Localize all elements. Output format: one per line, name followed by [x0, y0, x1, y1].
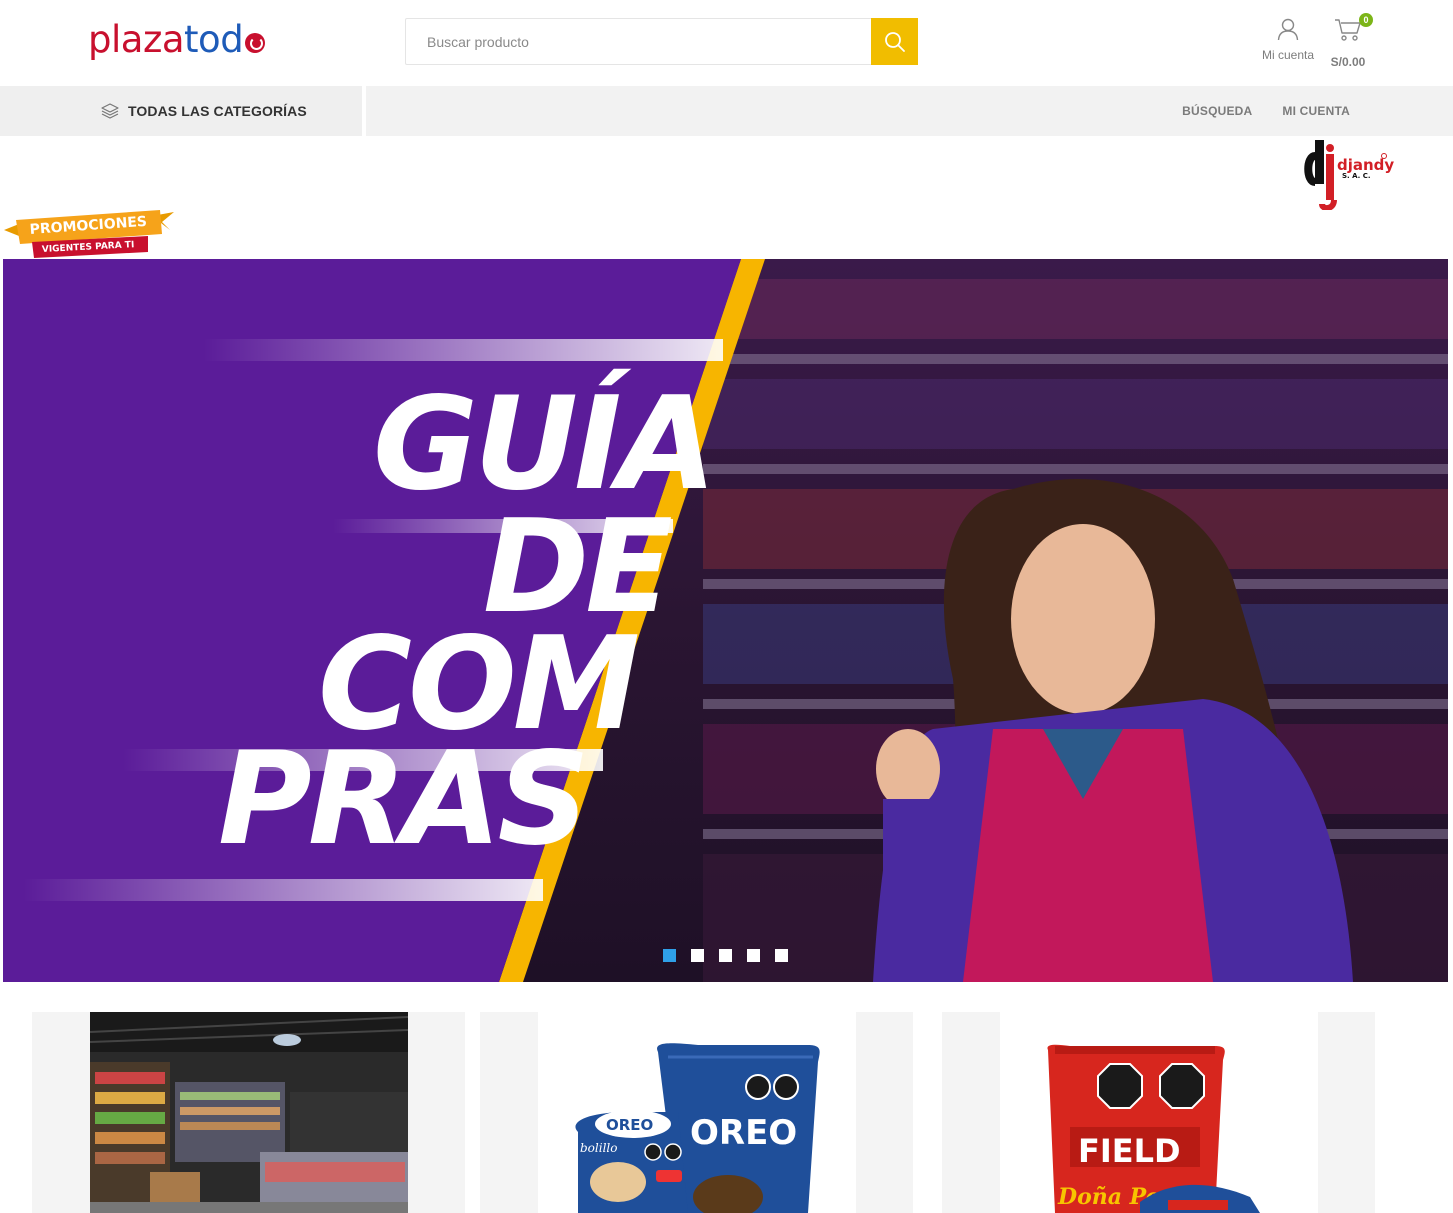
- promo-card-oreo[interactable]: OREO OREO bolillo: [480, 1012, 913, 1213]
- main-navbar: TODAS LAS CATEGORÍAS BÚSQUEDA MI CUENTA: [0, 86, 1453, 136]
- search-bar: [405, 18, 918, 65]
- promo-card-field[interactable]: FIELD Doña Pepa: [942, 1012, 1375, 1213]
- search-button[interactable]: [871, 18, 918, 65]
- slider-dot-3[interactable]: [719, 949, 732, 962]
- account-link[interactable]: Mi cuenta: [1256, 17, 1320, 62]
- site-logo[interactable]: plazatod: [88, 16, 266, 64]
- account-label: Mi cuenta: [1261, 48, 1315, 62]
- nav-link-mi-cuenta[interactable]: MI CUENTA: [1282, 104, 1350, 118]
- cart-link[interactable]: 0 S/0.00: [1326, 13, 1373, 69]
- field-product-image: FIELD Doña Pepa: [1000, 1012, 1318, 1213]
- user-icon: [1277, 18, 1299, 41]
- cart-total: S/0.00: [1330, 55, 1366, 69]
- hero-slider[interactable]: GUÍA DE COM PRAS: [3, 259, 1448, 982]
- site-header: plazatod Mi cuenta 0 S/0.00: [0, 0, 1453, 86]
- layers-icon: [101, 103, 119, 119]
- djandy-logo[interactable]: djandy S. A. C.: [1304, 138, 1394, 212]
- promo-card-supermarket[interactable]: [32, 1012, 465, 1213]
- oreo-label-small: OREO: [606, 1116, 653, 1134]
- logo-o-icon: [245, 33, 266, 53]
- supermarket-image: [90, 1012, 408, 1213]
- slider-dot-2[interactable]: [691, 949, 704, 962]
- oreo-product-image: OREO OREO bolillo: [538, 1012, 856, 1213]
- nav-links: BÚSQUEDA MI CUENTA: [1152, 86, 1350, 136]
- promo-badge[interactable]: PROMOCIONES VIGENTES PARA TI: [2, 208, 176, 260]
- oreo-label-bolillo: bolillo: [580, 1141, 617, 1155]
- hero-line-4: PRAS: [218, 725, 590, 874]
- oreo-label-main: OREO: [690, 1113, 797, 1153]
- cart-count-badge: 0: [1359, 13, 1373, 27]
- search-input[interactable]: [406, 19, 872, 64]
- slider-dot-1[interactable]: [663, 949, 676, 962]
- search-icon: [884, 31, 905, 52]
- brand-suffix: S. A. C.: [1342, 172, 1371, 180]
- slider-dot-5[interactable]: [775, 949, 788, 962]
- cart-icon: [1335, 19, 1361, 41]
- slider-dots: [663, 949, 803, 962]
- hero-line-1: GUÍA: [373, 370, 717, 519]
- slider-dot-4[interactable]: [747, 949, 760, 962]
- all-categories-button[interactable]: TODAS LAS CATEGORÍAS: [0, 86, 366, 136]
- all-categories-label: TODAS LAS CATEGORÍAS: [128, 103, 307, 119]
- field-label-main: FIELD: [1078, 1132, 1181, 1170]
- nav-link-busqueda[interactable]: BÚSQUEDA: [1182, 104, 1252, 118]
